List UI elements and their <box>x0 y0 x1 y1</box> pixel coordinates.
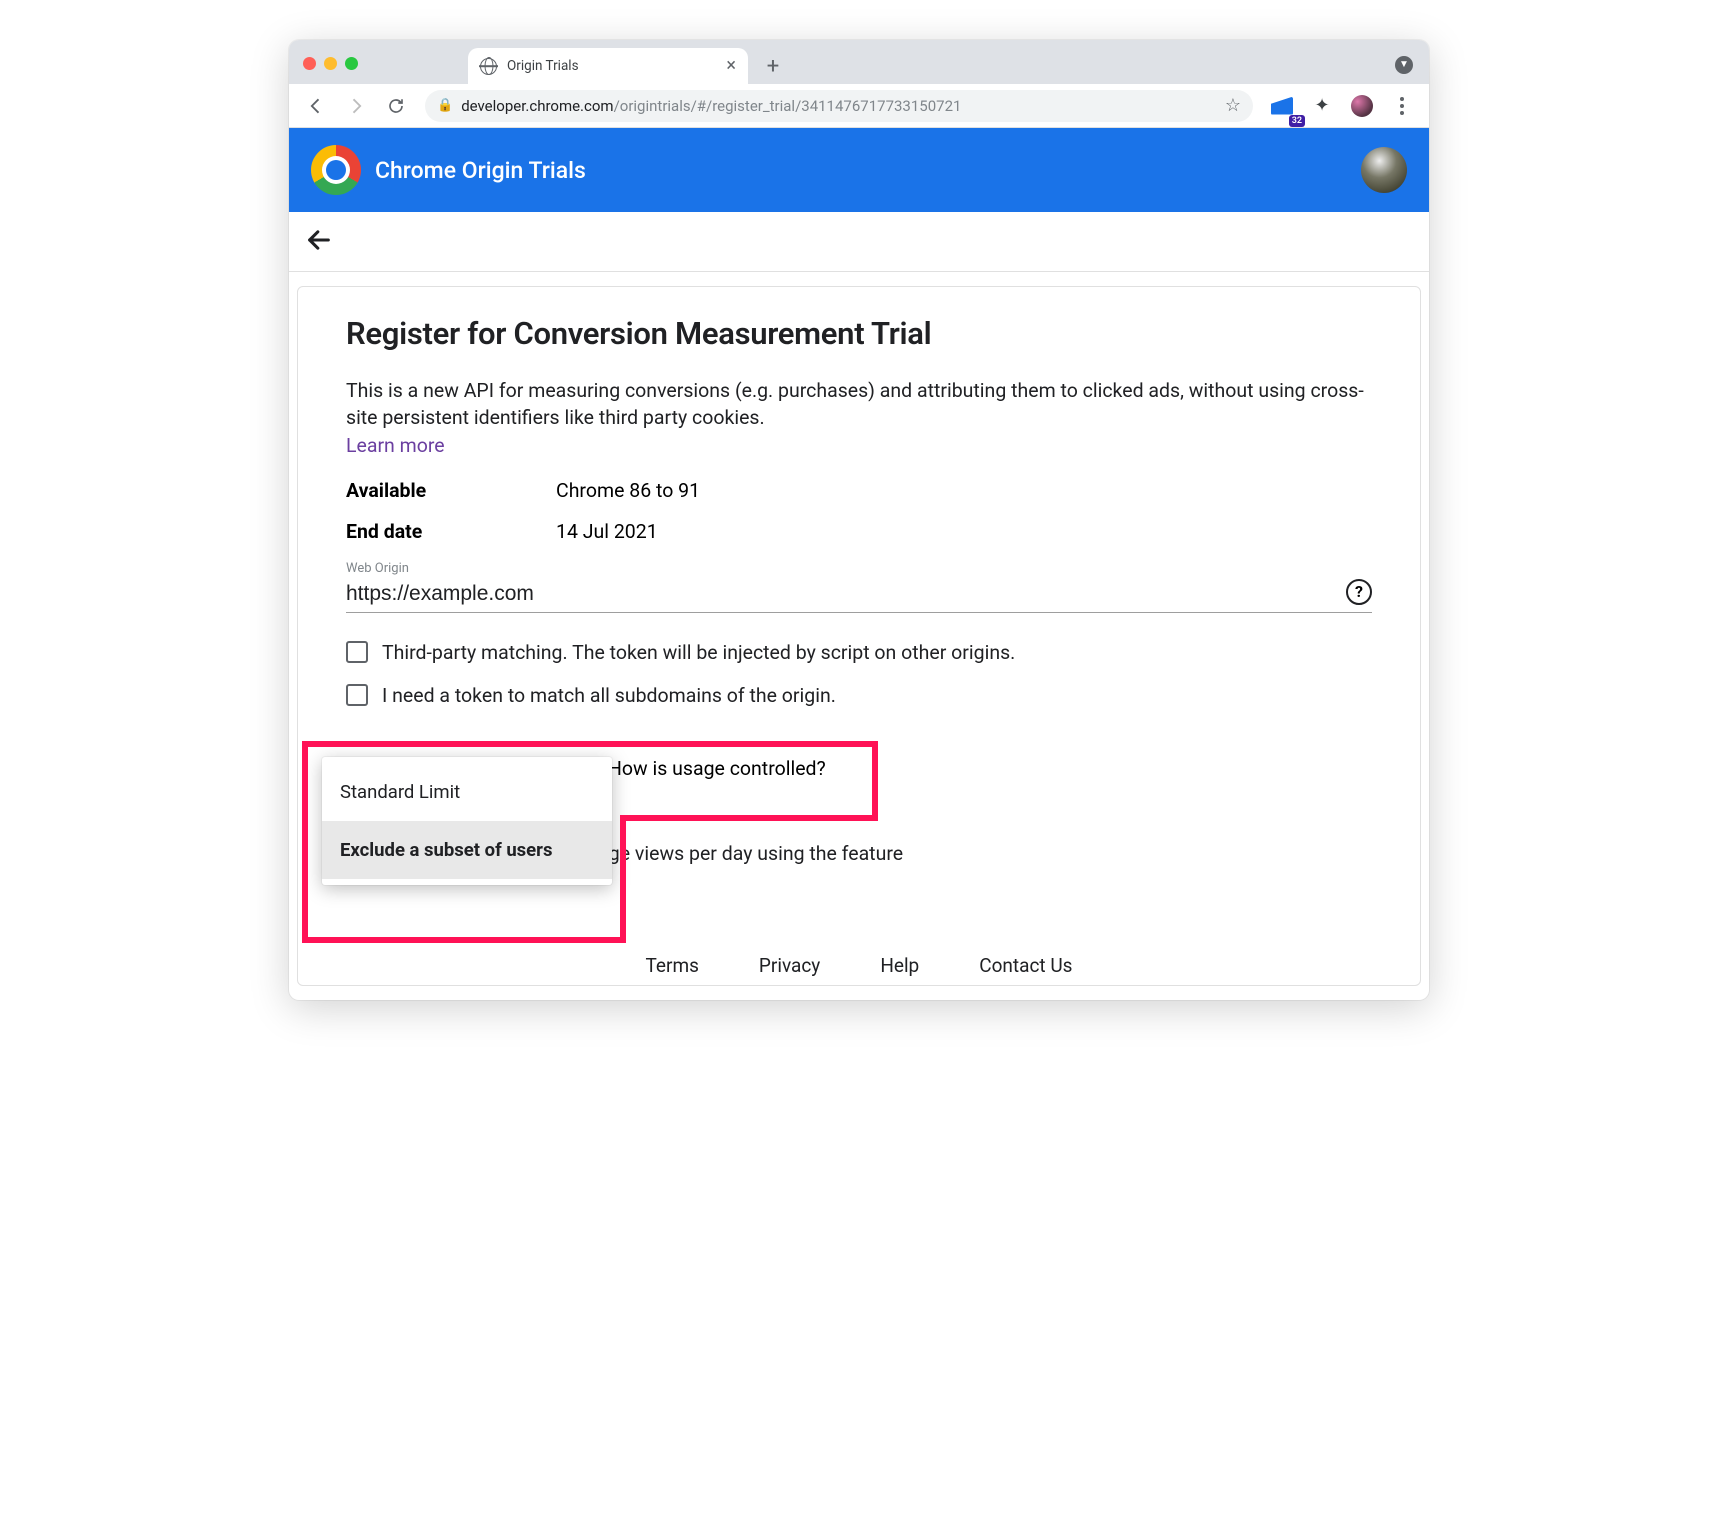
usage-restriction-dropdown: Standard Limit Exclude a subset of users <box>322 757 612 885</box>
third-party-checkbox-row: Third-party matching. The token will be … <box>346 641 1372 664</box>
tab-title: Origin Trials <box>507 58 579 74</box>
tab-strip: Origin Trials × + ▼ <box>289 40 1429 84</box>
app-title: Chrome Origin Trials <box>375 157 586 184</box>
subdomain-label: I need a token to match all subdomains o… <box>382 684 836 707</box>
extension-badge: 32 <box>1289 115 1305 127</box>
available-row: Available Chrome 86 to 91 <box>346 479 1372 502</box>
footer-contact[interactable]: Contact Us <box>979 954 1072 977</box>
learn-more-link[interactable]: Learn more <box>346 434 445 457</box>
web-origin-label: Web Origin <box>346 561 1372 576</box>
address-bar[interactable]: 🔒 developer.chrome.com/origintrials/#/re… <box>425 90 1253 122</box>
close-window-button[interactable] <box>303 57 316 70</box>
minimize-window-button[interactable] <box>324 57 337 70</box>
web-origin-field: Web Origin ? <box>346 561 1372 613</box>
annotation-highlight <box>620 815 878 821</box>
window-controls <box>303 57 358 70</box>
page-title: Register for Conversion Measurement Tria… <box>346 315 1372 352</box>
extensions-menu-icon[interactable]: ✦ <box>1305 89 1339 123</box>
dropdown-option-standard[interactable]: Standard Limit <box>322 763 612 821</box>
browser-window: Origin Trials × + ▼ 🔒 developer.chrome.c… <box>289 40 1429 1000</box>
reload-button[interactable] <box>379 89 413 123</box>
end-date-value: 14 Jul 2021 <box>556 520 658 543</box>
available-label: Available <box>346 479 556 502</box>
sub-toolbar <box>289 212 1429 272</box>
usage-limit-text: Page views per day using the feature <box>586 842 1372 865</box>
bookmark-star-icon[interactable]: ☆ <box>1225 95 1241 116</box>
help-icon[interactable]: ? <box>1346 579 1372 605</box>
nav-forward-button[interactable] <box>339 89 373 123</box>
extension-icon[interactable]: 32 <box>1265 89 1299 123</box>
nav-back-button[interactable] <box>299 89 333 123</box>
third-party-checkbox[interactable] <box>346 641 368 663</box>
footer-help[interactable]: Help <box>880 954 919 977</box>
browser-toolbar: 🔒 developer.chrome.com/origintrials/#/re… <box>289 84 1429 128</box>
dropdown-option-exclude[interactable]: Exclude a subset of users <box>322 821 612 879</box>
tab-list-button[interactable]: ▼ <box>1395 56 1413 74</box>
app-header: Chrome Origin Trials <box>289 128 1429 212</box>
page-back-button[interactable] <box>305 226 333 258</box>
subdomain-checkbox[interactable] <box>346 684 368 706</box>
third-party-label: Third-party matching. The token will be … <box>382 641 1015 664</box>
chrome-logo-icon <box>311 145 361 195</box>
usage-question-link[interactable]: How is usage controlled? <box>608 757 1372 780</box>
user-avatar[interactable] <box>1361 147 1407 193</box>
new-tab-button[interactable]: + <box>758 51 788 81</box>
footer-terms[interactable]: Terms <box>646 954 699 977</box>
lock-icon: 🔒 <box>437 98 453 113</box>
registration-card: Register for Conversion Measurement Tria… <box>297 286 1421 986</box>
content-area: Register for Conversion Measurement Tria… <box>289 272 1429 1000</box>
url-text: developer.chrome.com/origintrials/#/regi… <box>461 97 961 115</box>
end-date-label: End date <box>346 520 556 543</box>
profile-avatar[interactable] <box>1345 89 1379 123</box>
globe-icon <box>480 58 497 75</box>
browser-tab[interactable]: Origin Trials × <box>468 48 748 84</box>
description-text: This is a new API for measuring conversi… <box>346 378 1372 432</box>
available-value: Chrome 86 to 91 <box>556 479 700 502</box>
end-date-row: End date 14 Jul 2021 <box>346 520 1372 543</box>
footer-links: Terms Privacy Help Contact Us <box>298 954 1420 977</box>
maximize-window-button[interactable] <box>345 57 358 70</box>
web-origin-input[interactable] <box>346 578 1372 613</box>
footer-privacy[interactable]: Privacy <box>759 954 820 977</box>
browser-menu-button[interactable] <box>1385 89 1419 123</box>
subdomain-checkbox-row: I need a token to match all subdomains o… <box>346 684 1372 707</box>
close-tab-icon[interactable]: × <box>726 57 736 75</box>
